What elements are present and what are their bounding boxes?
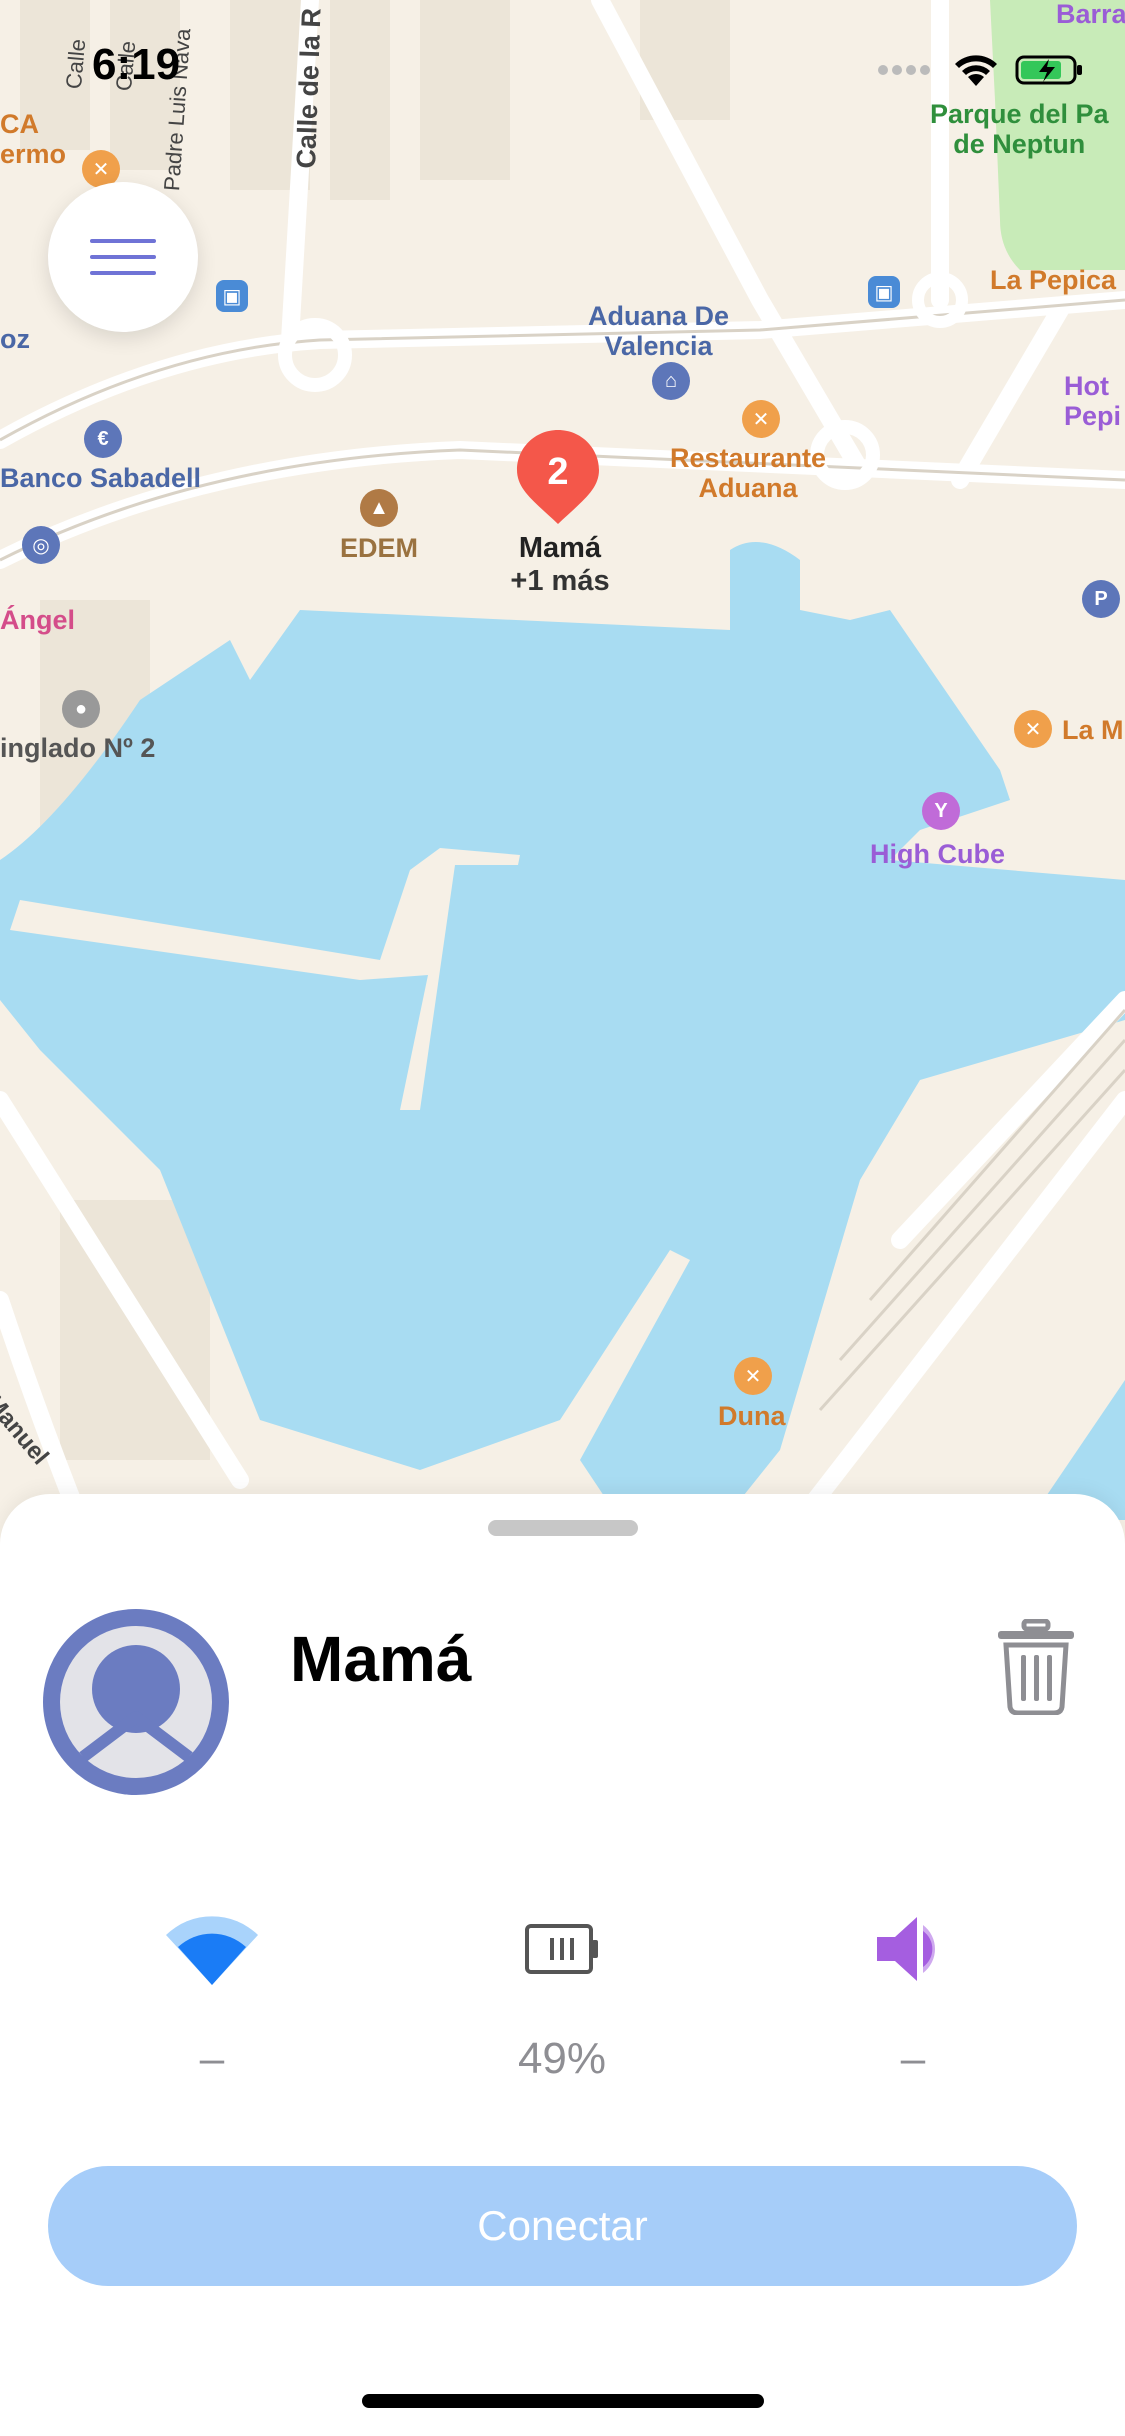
- metric-wifi: –: [102, 1904, 322, 2084]
- bottom-sheet[interactable]: Mamá – 49% – Conectar: [0, 1494, 1125, 2436]
- cluster-more: +1 más: [510, 565, 610, 598]
- avatar: [43, 1609, 229, 1795]
- restaurant-icon[interactable]: ✕: [1014, 710, 1052, 748]
- connect-button[interactable]: Conectar: [48, 2166, 1077, 2286]
- school-icon[interactable]: ▲: [360, 489, 398, 527]
- bar-icon[interactable]: Y: [922, 792, 960, 830]
- metric-volume: –: [803, 1904, 1023, 2084]
- wifi-signal-icon: [164, 1904, 260, 1994]
- map-pin-icon: 2: [517, 430, 599, 524]
- map-label-duna: Duna: [718, 1401, 786, 1431]
- parking-icon[interactable]: P: [1082, 580, 1120, 618]
- map-label-la-m: La M: [1062, 715, 1124, 745]
- cluster-count: 2: [547, 451, 568, 493]
- volume-value: –: [900, 2034, 926, 2083]
- map-label-banco: Banco Sabadell: [0, 463, 202, 493]
- bank-icon[interactable]: €: [84, 420, 122, 458]
- sheet-grabber[interactable]: [488, 1520, 638, 1536]
- wifi-status-icon: [955, 55, 997, 86]
- signal-dots-icon: [878, 65, 930, 75]
- map-label-hotel: Hot Pepi: [1064, 371, 1122, 431]
- map-label-edem: EDEM: [340, 533, 419, 563]
- restaurant-icon[interactable]: ✕: [742, 400, 780, 438]
- restaurant-icon[interactable]: ✕: [734, 1357, 772, 1395]
- museum-icon[interactable]: ⌂: [652, 362, 690, 400]
- trash-icon: [998, 1619, 1074, 1715]
- tram-stop-icon[interactable]: ▣: [216, 280, 248, 312]
- map-label-tinglado: inglado Nº 2: [0, 733, 156, 763]
- tram-stop-icon[interactable]: ▣: [868, 276, 900, 308]
- post-office-icon[interactable]: ◎: [22, 526, 60, 564]
- status-bar: 6:19: [0, 0, 1125, 130]
- map-label-high-cube: High Cube: [870, 839, 1005, 869]
- cluster-pin[interactable]: 2: [515, 428, 601, 528]
- menu-button[interactable]: [48, 182, 198, 332]
- map-label-la-pepica: La Pepica: [990, 265, 1117, 295]
- cluster-name: Mamá: [518, 532, 602, 564]
- cluster-label[interactable]: Mamá +1 más: [460, 532, 660, 599]
- metric-battery: 49%: [452, 1904, 672, 2084]
- battery-level-icon: [524, 1904, 600, 1994]
- battery-charging-icon: [1015, 55, 1082, 85]
- battery-value: 49%: [517, 2034, 607, 2083]
- hamburger-menu-icon: [90, 239, 156, 275]
- map-label-angel: Ángel: [0, 605, 76, 635]
- landmark-icon[interactable]: ●: [62, 690, 100, 728]
- user-avatar-icon: [43, 1609, 229, 1795]
- home-indicator[interactable]: [362, 2394, 764, 2408]
- delete-button[interactable]: [988, 1612, 1084, 1722]
- status-time: 6:19: [92, 40, 181, 89]
- map-label-restaurante: Restaurante Aduana: [670, 443, 827, 503]
- speaker-icon: [873, 1904, 953, 1994]
- status-right: [877, 52, 1085, 88]
- contact-name: Mamá: [290, 1623, 472, 1695]
- map-label-oz: oz: [0, 324, 30, 354]
- wifi-value: –: [199, 2034, 225, 2083]
- map-label-aduana: Aduana De Valencia: [588, 301, 730, 361]
